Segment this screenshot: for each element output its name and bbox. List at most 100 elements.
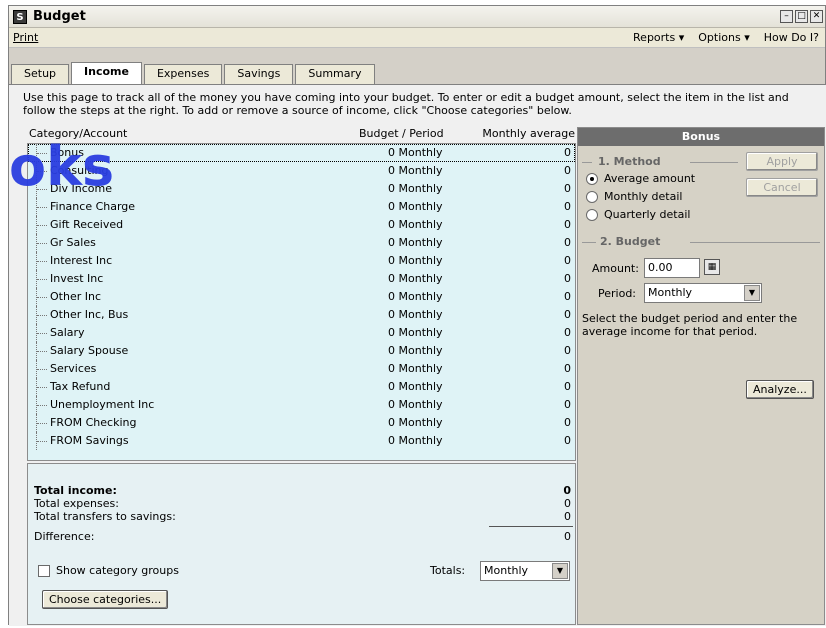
- list-item[interactable]: Interest Inc 0 Monthly 0: [28, 252, 575, 270]
- show-groups-checkbox[interactable]: Show category groups: [38, 564, 179, 577]
- method-quarterly-radio[interactable]: Quarterly detail: [586, 208, 690, 221]
- close-icon[interactable]: ✕: [810, 10, 823, 23]
- category-name: Invest Inc: [50, 272, 104, 285]
- category-name: Tax Refund: [50, 380, 111, 393]
- show-groups-label: Show category groups: [56, 564, 179, 577]
- period-value: Monthly: [648, 286, 693, 299]
- list-item[interactable]: Salary Spouse 0 Monthly 0: [28, 342, 575, 360]
- list-item[interactable]: Salary 0 Monthly 0: [28, 324, 575, 342]
- totals-period-select[interactable]: Monthly ▼: [480, 561, 570, 581]
- list-item[interactable]: Div Income 0 Monthly 0: [28, 180, 575, 198]
- chevron-down-icon[interactable]: ▼: [552, 563, 568, 579]
- amount-input[interactable]: 0.00: [644, 258, 700, 278]
- tree-line: [36, 288, 48, 306]
- radio-icon[interactable]: [586, 208, 598, 221]
- list-item[interactable]: Services 0 Monthly 0: [28, 360, 575, 378]
- menu-print[interactable]: Print: [13, 31, 38, 44]
- period-label: Period:: [598, 287, 637, 300]
- category-name: Bonus: [50, 146, 84, 159]
- category-name: Other Inc, Bus: [50, 308, 129, 321]
- budget-period: 0 Monthly: [388, 416, 443, 429]
- list-item[interactable]: Gr Sales 0 Monthly 0: [28, 234, 575, 252]
- budget-period: 0 Monthly: [388, 200, 443, 213]
- tree-line: [36, 396, 48, 414]
- list-item[interactable]: FROM Savings 0 Monthly 0: [28, 432, 575, 450]
- category-name: Div Income: [50, 182, 113, 195]
- window-title: Budget: [33, 9, 86, 24]
- tree-line: [36, 162, 48, 180]
- calculator-icon[interactable]: ▦: [704, 259, 720, 275]
- radio-selected-icon[interactable]: [586, 172, 598, 185]
- list-header: Category/Account Budget / Period Monthly…: [29, 127, 577, 143]
- budget-window: S Budget – □ ✕ Print Reports ▾ Options ▾…: [8, 5, 826, 626]
- monthly-average: 0: [564, 326, 571, 339]
- category-name: Interest Inc: [50, 254, 113, 267]
- budget-period: 0 Monthly: [388, 218, 443, 231]
- apply-button[interactable]: Apply: [746, 152, 818, 171]
- tree-line: [36, 306, 48, 324]
- title-bar: S Budget – □ ✕: [9, 6, 825, 28]
- checkbox-icon[interactable]: [38, 564, 50, 577]
- radio-icon[interactable]: [586, 190, 598, 203]
- list-item[interactable]: Other Inc 0 Monthly 0: [28, 288, 575, 306]
- column-category[interactable]: Category/Account: [29, 127, 127, 140]
- list-item[interactable]: FROM Checking 0 Monthly 0: [28, 414, 575, 432]
- total-income-value: 0: [563, 484, 571, 497]
- tree-line: [36, 342, 48, 360]
- budget-period: 0 Monthly: [388, 290, 443, 303]
- maximize-icon[interactable]: □: [795, 10, 808, 23]
- list-item[interactable]: Invest Inc 0 Monthly 0: [28, 270, 575, 288]
- analyze-button[interactable]: Analyze...: [746, 380, 814, 399]
- monthly-average: 0: [564, 380, 571, 393]
- budget-period: 0 Monthly: [388, 236, 443, 249]
- tab-summary[interactable]: Summary: [295, 64, 375, 84]
- tab-setup[interactable]: Setup: [11, 64, 70, 84]
- category-list[interactable]: Bonus 0 Monthly 0 Consulting 0 Monthly 0…: [27, 143, 576, 461]
- list-item[interactable]: Gift Received 0 Monthly 0: [28, 216, 575, 234]
- menu-options[interactable]: Options ▾: [698, 31, 749, 44]
- monthly-average: 0: [564, 434, 571, 447]
- column-monthly-average[interactable]: Monthly average: [482, 127, 575, 140]
- tab-expenses[interactable]: Expenses: [143, 64, 223, 84]
- list-item[interactable]: Bonus 0 Monthly 0: [28, 144, 575, 162]
- total-transfers-label: Total transfers to savings:: [34, 510, 176, 523]
- instructions-text: Use this page to track all of the money …: [23, 91, 789, 117]
- choose-categories-button[interactable]: Choose categories...: [42, 590, 169, 609]
- method-average-label: Average amount: [604, 172, 696, 185]
- budget-period: 0 Monthly: [388, 398, 443, 411]
- chevron-down-icon[interactable]: ▼: [744, 285, 760, 301]
- total-income-label: Total income:: [34, 484, 117, 497]
- menu-bar: Print Reports ▾ Options ▾ How Do I?: [9, 28, 825, 48]
- tree-line: [36, 432, 48, 450]
- total-expenses-value: 0: [564, 497, 571, 510]
- minimize-icon[interactable]: –: [780, 10, 793, 23]
- totals-area: Total income: 0 Total expenses: 0 Total …: [27, 463, 576, 625]
- tree-line: [36, 234, 48, 252]
- budget-period: 0 Monthly: [388, 434, 443, 447]
- section-rule: [690, 242, 820, 243]
- menu-reports[interactable]: Reports ▾: [633, 31, 684, 44]
- tab-savings[interactable]: Savings: [224, 64, 294, 84]
- period-select[interactable]: Monthly ▼: [644, 283, 762, 303]
- tab-income[interactable]: Income: [71, 62, 142, 84]
- category-name: Unemployment Inc: [50, 398, 155, 411]
- budget-period: 0 Monthly: [388, 362, 443, 375]
- category-name: FROM Checking: [50, 416, 137, 429]
- menu-how-do-i[interactable]: How Do I?: [764, 31, 819, 44]
- method-average-radio[interactable]: Average amount: [586, 172, 695, 185]
- list-item[interactable]: Unemployment Inc 0 Monthly 0: [28, 396, 575, 414]
- tree-line: [36, 252, 48, 270]
- cancel-button[interactable]: Cancel: [746, 178, 818, 197]
- section-rule: [582, 162, 592, 163]
- monthly-average: 0: [564, 416, 571, 429]
- list-item[interactable]: Tax Refund 0 Monthly 0: [28, 378, 575, 396]
- method-monthly-radio[interactable]: Monthly detail: [586, 190, 682, 203]
- column-budget-period[interactable]: Budget / Period: [359, 127, 444, 140]
- tree-line: [36, 180, 48, 198]
- list-item[interactable]: Finance Charge 0 Monthly 0: [28, 198, 575, 216]
- list-item[interactable]: Other Inc, Bus 0 Monthly 0: [28, 306, 575, 324]
- total-transfers-value: 0: [564, 510, 571, 523]
- list-item[interactable]: Consulting 0 Monthly 0: [28, 162, 575, 180]
- method-section-title: 1. Method: [598, 155, 661, 168]
- sum-divider: [489, 526, 573, 527]
